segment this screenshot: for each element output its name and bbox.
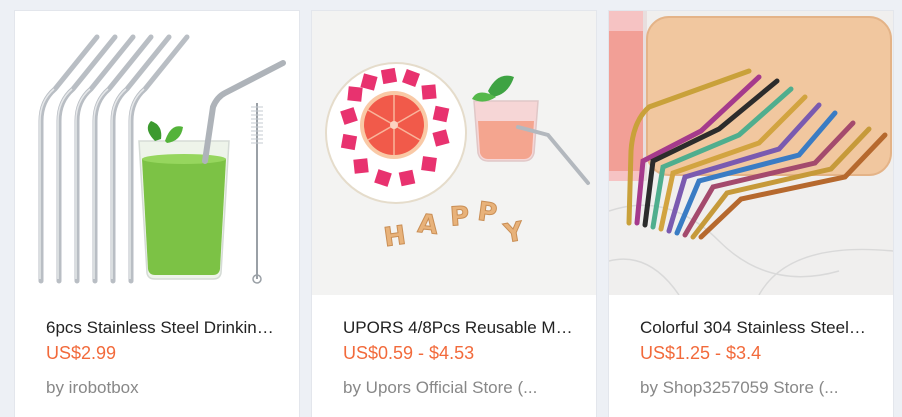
product-card[interactable]: Colorful 304 Stainless Steel Straws US$1… bbox=[608, 10, 894, 417]
grapefruit-happy-straw-image: H A P P Y bbox=[312, 11, 596, 295]
colorful-straws-board-image bbox=[609, 11, 893, 295]
store-link[interactable]: by Shop3257059 Store (... bbox=[640, 378, 870, 398]
svg-text:H: H bbox=[382, 221, 408, 254]
product-image[interactable] bbox=[609, 11, 893, 295]
store-link[interactable]: by irobotbox bbox=[46, 378, 276, 398]
product-title[interactable]: Colorful 304 Stainless Steel Straws bbox=[640, 318, 870, 338]
product-card[interactable]: 6pcs Stainless Steel Drinking Straws US$… bbox=[14, 10, 300, 417]
product-title[interactable]: UPORS 4/8Pcs Reusable Metal Straws bbox=[343, 318, 573, 338]
product-price: US$1.25 - $3.4 bbox=[640, 343, 762, 363]
product-card[interactable]: H A P P Y UPORS 4/8Pcs Reusable Metal St… bbox=[311, 10, 597, 417]
store-link[interactable]: by Upors Official Store (... bbox=[343, 378, 573, 398]
product-title[interactable]: 6pcs Stainless Steel Drinking Straws bbox=[46, 318, 276, 338]
product-image[interactable] bbox=[15, 11, 299, 295]
svg-text:P: P bbox=[449, 201, 470, 232]
product-price: US$2.99 bbox=[46, 343, 117, 363]
svg-text:A: A bbox=[416, 209, 439, 241]
product-image[interactable]: H A P P Y bbox=[312, 11, 596, 295]
product-grid: 6pcs Stainless Steel Drinking Straws US$… bbox=[0, 0, 902, 417]
product-price: US$0.59 - $4.53 bbox=[343, 343, 475, 363]
steel-straws-smoothie-image bbox=[15, 11, 299, 295]
